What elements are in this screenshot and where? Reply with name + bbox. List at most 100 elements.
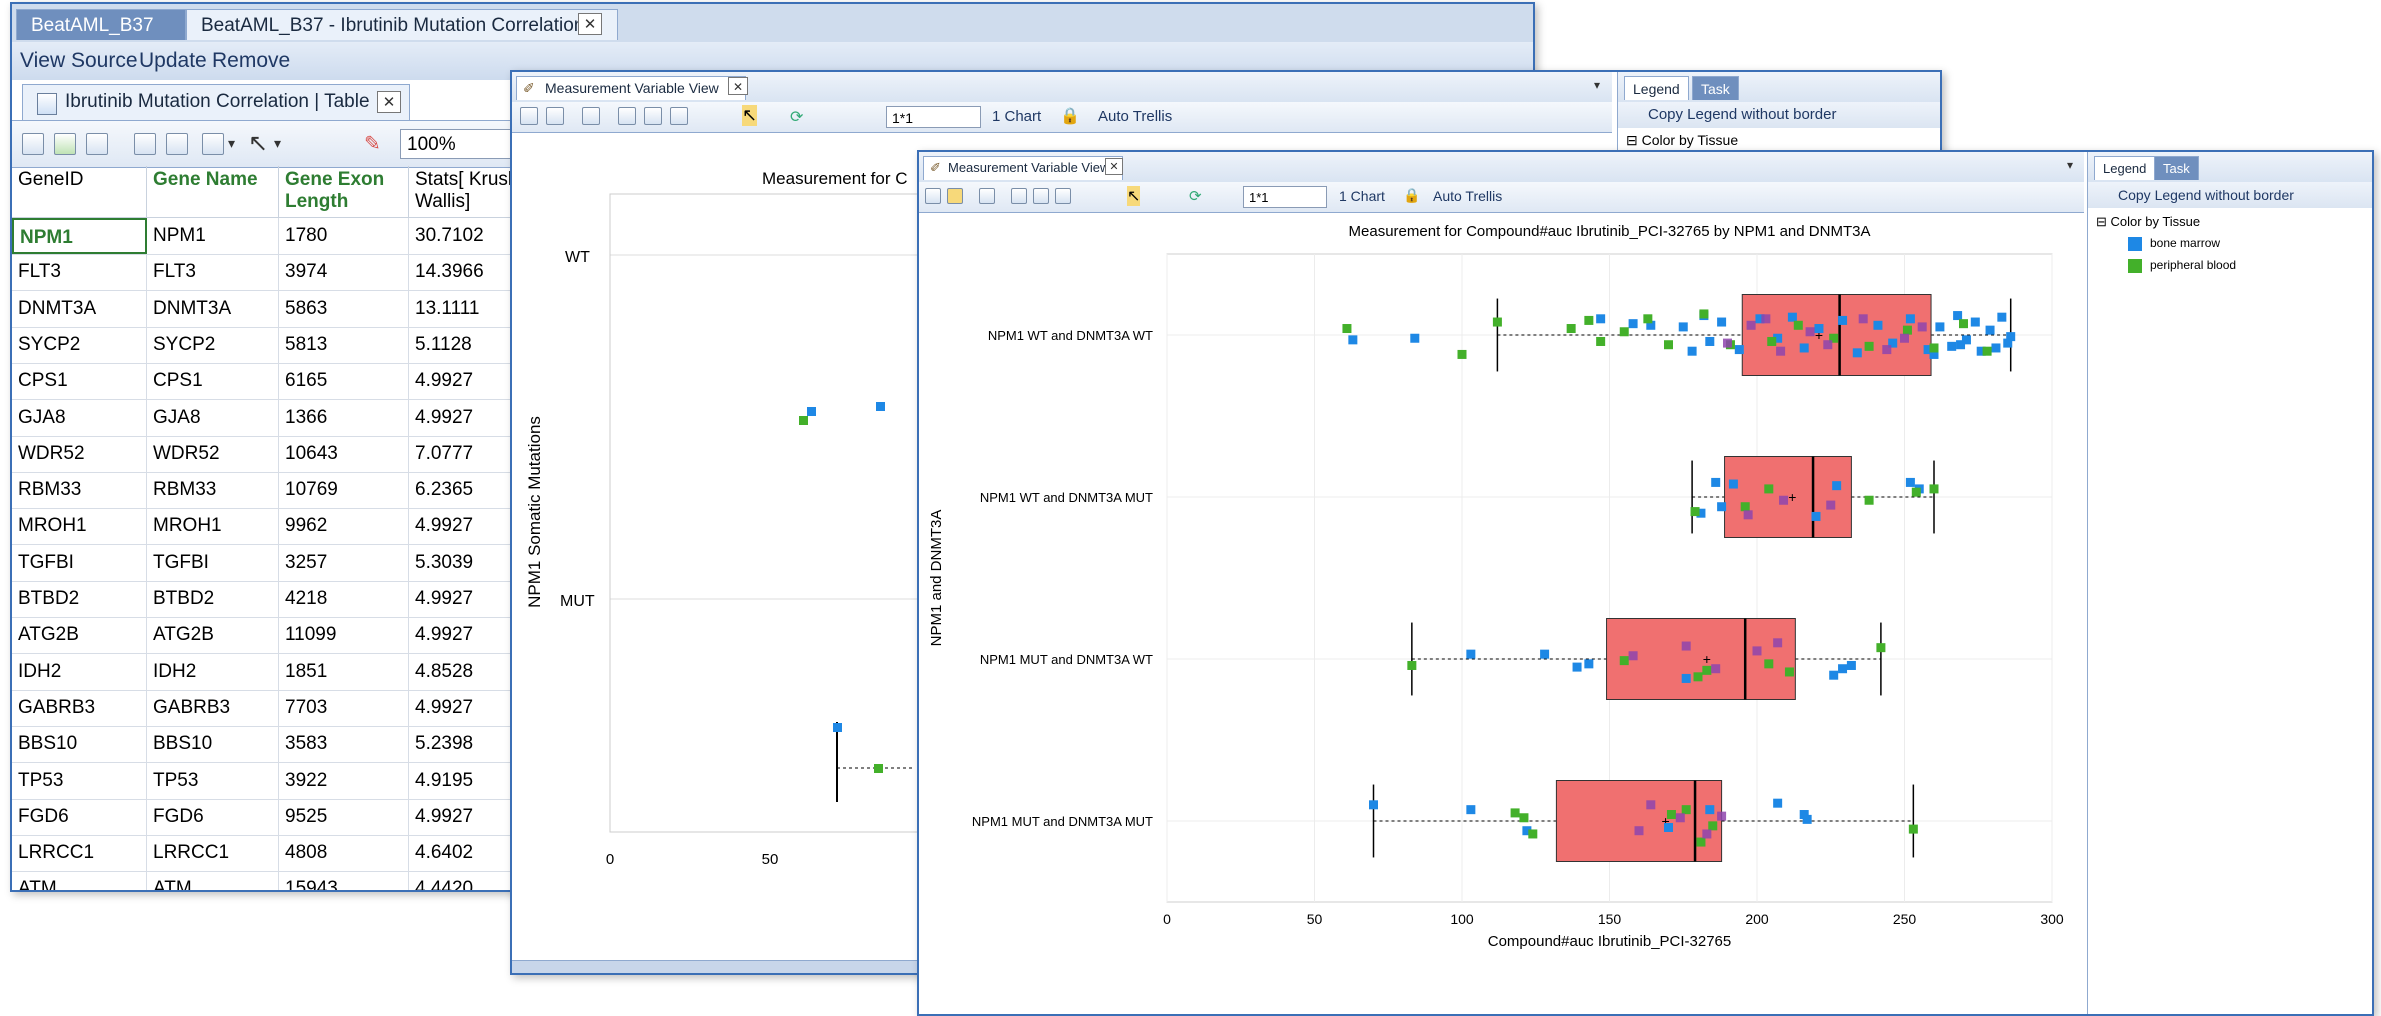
cell-gene-name[interactable]: NPM1	[147, 218, 279, 254]
cell-gene-name[interactable]: IDH2	[147, 653, 279, 690]
auto-trellis-button[interactable]: Auto Trellis	[1098, 108, 1172, 125]
clear-filter-icon[interactable]: ✎	[364, 131, 381, 156]
tab-task[interactable]: Task	[1692, 76, 1739, 100]
tab-legend[interactable]: Legend	[2094, 156, 2156, 180]
cell-gene-name[interactable]: ATM	[147, 871, 279, 890]
cell-exon-length[interactable]: 10643	[279, 435, 409, 472]
tab-ibrutinib-mutation-correlation[interactable]: BeatAML_B37 - Ibrutinib Mutation Correla…	[186, 9, 618, 40]
close-sub-tab-icon[interactable]: ✕	[377, 91, 401, 113]
pointer-icon[interactable]: ↖	[742, 105, 758, 126]
cell-exon-length[interactable]: 6165	[279, 363, 409, 400]
menu-update[interactable]: Update	[139, 49, 207, 73]
cell-geneid[interactable]: ATG2B	[12, 617, 147, 654]
cell-geneid[interactable]: MROH1	[12, 508, 147, 545]
column-header-gene-name[interactable]: Gene Name	[147, 166, 279, 218]
cell-exon-length[interactable]: 5863	[279, 290, 409, 327]
chevron-down-icon[interactable]: ▾	[2067, 158, 2073, 172]
menu-view-source[interactable]: View Source	[20, 49, 138, 73]
settings-icon[interactable]	[520, 107, 538, 125]
export-icon[interactable]	[947, 188, 963, 204]
cell-gene-name[interactable]: FGD6	[147, 798, 279, 835]
copy-legend-button[interactable]: Copy Legend without border	[1618, 102, 1940, 128]
cell-gene-name[interactable]: FLT3	[147, 254, 279, 291]
chevron-down-icon[interactable]: ▾	[274, 135, 281, 152]
cell-gene-name[interactable]: TP53	[147, 762, 279, 799]
cell-geneid[interactable]: FLT3	[12, 254, 147, 291]
view-tab[interactable]: ✐ Measurement Variable View	[923, 156, 1123, 180]
cell-gene-name[interactable]: MROH1	[147, 508, 279, 545]
trellis-layout-select[interactable]: 1*1	[1243, 186, 1327, 208]
tab-beataml-b37[interactable]: BeatAML_B37	[16, 9, 186, 40]
color-by-header[interactable]: ⊟ Color by Tissue	[2096, 214, 2200, 230]
cell-geneid[interactable]: BTBD2	[12, 581, 147, 617]
cell-exon-length[interactable]: 10769	[279, 472, 409, 509]
chevron-down-icon[interactable]: ▾	[228, 135, 235, 152]
layout-icon[interactable]	[134, 133, 156, 155]
settings-icon[interactable]	[925, 188, 941, 204]
cell-exon-length[interactable]: 9525	[279, 798, 409, 835]
grid-icon[interactable]	[166, 133, 188, 155]
close-view-icon[interactable]: ✕	[1105, 158, 1123, 175]
collapse-icon[interactable]: ⊟	[2096, 214, 2107, 229]
cell-exon-length[interactable]: 3974	[279, 254, 409, 291]
cell-geneid[interactable]: IDH2	[12, 653, 147, 690]
copy-table-icon[interactable]	[86, 133, 108, 155]
cell-geneid[interactable]: WDR52	[12, 435, 147, 472]
cell-exon-length[interactable]: 1851	[279, 653, 409, 690]
pages-icon[interactable]	[1011, 188, 1027, 204]
color-by-header[interactable]: ⊟ Color by Tissue	[1626, 132, 1738, 149]
close-tab-icon[interactable]: ✕	[578, 13, 602, 35]
cell-exon-length[interactable]: 3257	[279, 544, 409, 581]
chevron-down-icon[interactable]: ▾	[1594, 78, 1600, 92]
legend-item-bone-marrow[interactable]: bone marrow	[2128, 236, 2220, 251]
cell-exon-length[interactable]: 4218	[279, 581, 409, 617]
cell-exon-length[interactable]: 9962	[279, 508, 409, 545]
cell-gene-name[interactable]: RBM33	[147, 472, 279, 509]
lock-icon[interactable]: 🔒	[1060, 106, 1080, 126]
auto-trellis-button[interactable]: Auto Trellis	[1433, 188, 1502, 204]
cell-gene-name[interactable]: CPS1	[147, 363, 279, 400]
close-view-icon[interactable]: ✕	[728, 77, 748, 95]
pointer-icon[interactable]: ↖	[248, 129, 268, 158]
grid-icon[interactable]	[644, 107, 662, 125]
cell-geneid[interactable]: CPS1	[12, 363, 147, 400]
menu-remove[interactable]: Remove	[212, 49, 290, 73]
cell-gene-name[interactable]: ATG2B	[147, 617, 279, 654]
pages-icon[interactable]	[202, 133, 224, 155]
grid-icon[interactable]	[1033, 188, 1049, 204]
refresh-icon[interactable]: ⟳	[1189, 187, 1202, 205]
cell-geneid[interactable]: TP53	[12, 762, 147, 799]
cell-gene-name[interactable]: BTBD2	[147, 581, 279, 617]
cell-geneid[interactable]: LRRCC1	[12, 835, 147, 872]
export-excel-icon[interactable]	[54, 133, 76, 155]
cell-gene-name[interactable]: SYCP2	[147, 326, 279, 363]
legend-item-peripheral-blood[interactable]: peripheral blood	[2128, 258, 2236, 273]
cell-gene-name[interactable]: DNMT3A	[147, 290, 279, 327]
cell-exon-length[interactable]: 7703	[279, 689, 409, 726]
export-icon[interactable]	[546, 107, 564, 125]
cell-exon-length[interactable]: 3583	[279, 726, 409, 763]
cell-exon-length[interactable]: 3922	[279, 762, 409, 799]
collapse-icon[interactable]: ⊟	[1626, 132, 1638, 148]
cell-geneid[interactable]: RBM33	[12, 472, 147, 509]
cell-gene-name[interactable]: TGFBI	[147, 544, 279, 581]
cell-exon-length[interactable]: 1780	[279, 218, 409, 254]
cell-geneid[interactable]: TGFBI	[12, 544, 147, 581]
cell-gene-name[interactable]: WDR52	[147, 435, 279, 472]
cell-exon-length[interactable]: 4808	[279, 835, 409, 872]
cell-gene-name[interactable]: BBS10	[147, 726, 279, 763]
pointer-icon[interactable]: ↖	[1127, 186, 1141, 206]
cell-geneid[interactable]: NPM1	[12, 218, 147, 254]
cell-exon-length[interactable]: 1366	[279, 399, 409, 436]
copy-legend-button[interactable]: Copy Legend without border	[2088, 182, 2372, 208]
cell-exon-length[interactable]: 15943	[279, 871, 409, 890]
cell-geneid[interactable]: BBS10	[12, 726, 147, 763]
cell-geneid[interactable]: SYCP2	[12, 326, 147, 363]
tab-task[interactable]: Task	[2154, 156, 2199, 180]
cell-gene-name[interactable]: LRRCC1	[147, 835, 279, 872]
cell-geneid[interactable]: DNMT3A	[12, 290, 147, 327]
trellis-layout-select[interactable]: 1*1	[886, 106, 981, 128]
column-header-geneid[interactable]: GeneID	[12, 166, 147, 218]
cell-geneid[interactable]: GABRB3	[12, 689, 147, 726]
view-tab[interactable]: ✐ Measurement Variable View	[516, 76, 746, 100]
